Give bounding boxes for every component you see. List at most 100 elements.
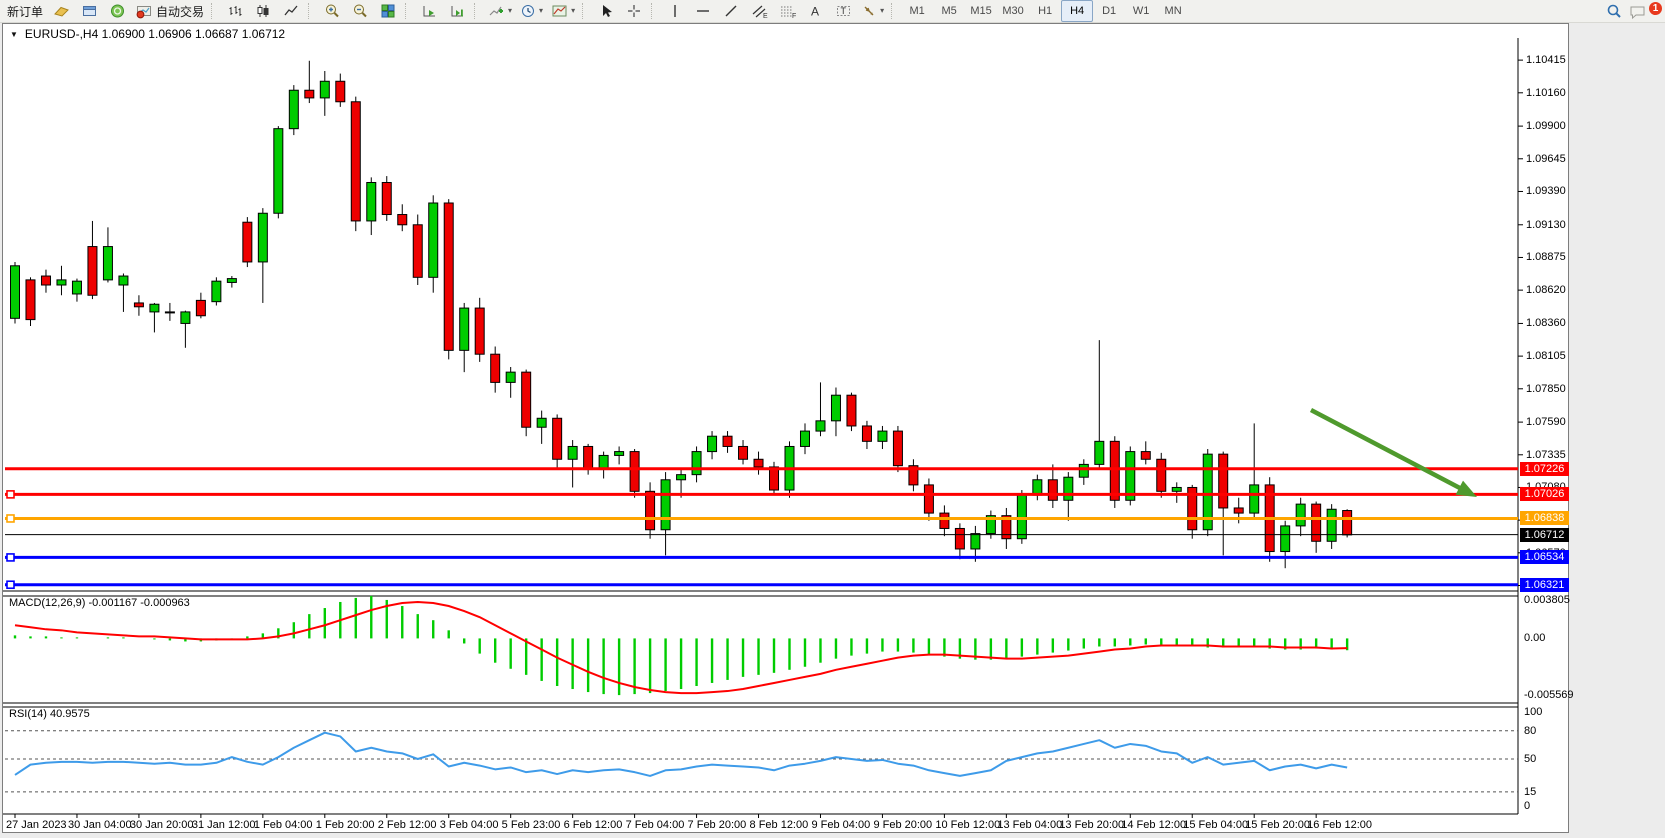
horizontal-line-button[interactable] (689, 0, 717, 22)
periods-button[interactable]: ▾ (516, 0, 547, 22)
bear-candle (862, 426, 871, 441)
timeframe-MN[interactable]: MN (1157, 0, 1189, 22)
horizontal-line-icon (695, 3, 711, 19)
trendline-button[interactable] (717, 0, 745, 22)
hline-handle[interactable] (7, 491, 14, 498)
bear-candle (382, 182, 391, 214)
macd-axis-label: 0.00 (1524, 632, 1545, 644)
price-badge-1.07226[interactable]: 1.07226 (1520, 462, 1569, 476)
candlestick-icon (255, 3, 271, 19)
search-button[interactable] (1600, 0, 1628, 22)
text-button[interactable]: A (801, 0, 829, 22)
timeframe-H1[interactable]: H1 (1029, 0, 1061, 22)
fibonacci-button[interactable]: F (773, 0, 801, 22)
price-badge-1.06321[interactable]: 1.06321 (1520, 578, 1569, 592)
price-tick-label: 1.08620 (1526, 284, 1566, 296)
chart-window: ▼ EURUSD-,H4 1.06900 1.06906 1.06687 1.0… (2, 23, 1569, 833)
indicators-icon (488, 3, 505, 19)
bull-candle (1064, 477, 1073, 500)
hline-handle[interactable] (7, 515, 14, 522)
green-sphere-icon (109, 3, 126, 19)
crosshair-button[interactable] (620, 0, 648, 22)
vertical-line-button[interactable] (661, 0, 689, 22)
timeframe-M1[interactable]: M1 (901, 0, 933, 22)
timeframe-M15[interactable]: M15 (965, 0, 997, 22)
trend-arrow-line[interactable] (1311, 410, 1465, 491)
indicators-button[interactable]: ▾ (484, 0, 516, 22)
text-label-icon: T (835, 3, 852, 19)
time-label: 27 Jan 2023 (6, 819, 67, 831)
bull-candle (72, 281, 81, 294)
gold-ticket-icon (53, 3, 70, 19)
line-chart-button[interactable] (277, 0, 305, 22)
hline-handle[interactable] (7, 581, 14, 588)
toolbar-separator (405, 3, 412, 19)
bear-candle (336, 81, 345, 102)
timeframe-H4[interactable]: H4 (1061, 0, 1093, 22)
price-tick-label: 1.10415 (1526, 54, 1566, 66)
price-badge-1.07026[interactable]: 1.07026 (1520, 487, 1569, 501)
equidistant-channel-button[interactable]: E (745, 0, 773, 22)
timeframe-M5[interactable]: M5 (933, 0, 965, 22)
bull-candle (1079, 464, 1088, 477)
bear-candle (955, 528, 964, 549)
navigator-button[interactable] (103, 0, 131, 22)
bull-candle (1095, 441, 1104, 464)
price-badge-1.06838[interactable]: 1.06838 (1520, 511, 1569, 525)
candlesticks (11, 61, 1352, 568)
toolbar: 新订单 自动交易 ▾ ▾ ▾ E F A T ▾ M1M5M15M30H1H4D… (0, 0, 1665, 23)
autotrading-button[interactable]: 自动交易 (131, 0, 208, 22)
bull-candle (878, 431, 887, 441)
time-label: 31 Jan 12:00 (192, 819, 256, 831)
zoom-out-button[interactable] (346, 0, 374, 22)
bull-candle (1017, 495, 1026, 539)
auto-scroll-button[interactable] (415, 0, 443, 22)
bull-candle (971, 534, 980, 549)
bar-chart-button[interactable] (221, 0, 249, 22)
toolbar-separator (474, 3, 481, 19)
price-tick-label: 1.08875 (1526, 251, 1566, 263)
bull-candle (615, 452, 624, 456)
tile-windows-button[interactable] (374, 0, 402, 22)
bear-candle (1110, 441, 1119, 500)
text-label-button[interactable]: T (829, 0, 857, 22)
zoom-in-button[interactable] (318, 0, 346, 22)
price-badge-1.06534[interactable]: 1.06534 (1520, 550, 1569, 564)
chart-shift-button[interactable] (443, 0, 471, 22)
chart-plot[interactable] (3, 24, 1568, 824)
cursor-button[interactable] (592, 0, 620, 22)
bull-candle (289, 90, 298, 128)
hline-handle[interactable] (7, 554, 14, 561)
chart-shift-icon (449, 3, 466, 19)
new-order-button[interactable]: 新订单 (3, 0, 47, 22)
timeframe-group: M1M5M15M30H1H4D1W1MN (901, 0, 1189, 22)
price-tick-label: 1.07335 (1526, 449, 1566, 461)
new-chart-button[interactable] (47, 0, 75, 22)
bull-candle (816, 421, 825, 431)
templates-button[interactable]: ▾ (547, 0, 579, 22)
bull-candle (103, 247, 112, 280)
bull-candle (1296, 504, 1305, 526)
candlestick-chart-button[interactable] (249, 0, 277, 22)
trend-arrow-head[interactable] (1456, 481, 1477, 497)
template-icon (551, 3, 568, 19)
timeframe-W1[interactable]: W1 (1125, 0, 1157, 22)
arrows-button[interactable]: ▾ (857, 0, 888, 22)
time-label: 9 Feb 20:00 (873, 819, 932, 831)
timeframe-D1[interactable]: D1 (1093, 0, 1125, 22)
notifications-button[interactable]: 1 (1628, 1, 1662, 21)
bear-candle (1343, 511, 1352, 535)
bull-candle (212, 281, 221, 302)
bear-candle (893, 431, 902, 466)
tile-windows-icon (380, 3, 396, 19)
bear-candle (1048, 480, 1057, 501)
clock-icon (520, 3, 536, 19)
time-label: 13 Feb 04:00 (997, 819, 1062, 831)
one-click-trading-toggle-icon[interactable]: ▼ (10, 30, 18, 39)
bear-candle (243, 222, 252, 262)
market-watch-button[interactable] (75, 0, 103, 22)
crosshair-icon (626, 3, 642, 19)
timeframe-M30[interactable]: M30 (997, 0, 1029, 22)
channel-icon: E (751, 3, 768, 19)
time-label: 14 Feb 12:00 (1121, 819, 1186, 831)
